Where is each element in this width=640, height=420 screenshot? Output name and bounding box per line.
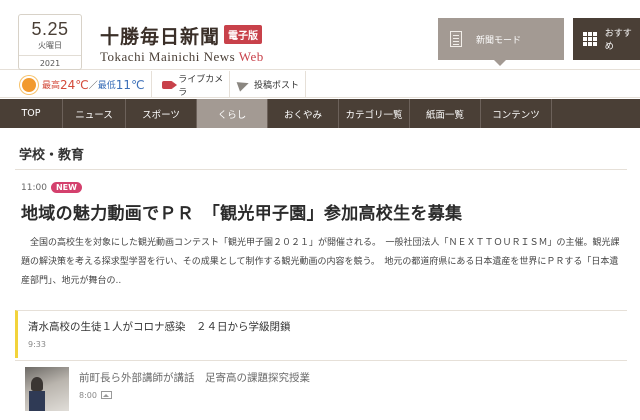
weather-info: 最高 24℃ ／ 最低 11℃: [22, 71, 152, 98]
video-camera-icon: [162, 80, 178, 89]
article-meta: 8:00: [79, 391, 310, 400]
sun-icon: [22, 77, 36, 92]
post-box-label: 投稿ポスト: [254, 81, 300, 91]
article-thumbnail[interactable]: [25, 367, 69, 411]
temp-separator: ／: [88, 81, 98, 91]
site-logo[interactable]: 十勝毎日新聞 電子版 Tokachi Mainichi News Web: [100, 22, 264, 65]
date-box: 5.25 火曜日 2021: [18, 14, 82, 70]
grid-icon: [583, 32, 597, 46]
logo-english: Tokachi Mainichi News Web: [100, 49, 264, 65]
new-badge: NEW: [50, 182, 82, 193]
newspaper-icon: [450, 31, 462, 47]
low-temp-value: 11℃: [115, 77, 145, 92]
site-header: 5.25 火曜日 2021 十勝毎日新聞 電子版 Tokachi Mainichi…: [0, 0, 640, 70]
newspaper-mode-label: 新聞モード: [476, 35, 522, 46]
weather-bar: 最高 24℃ ／ 最低 11℃ ライブカメラ 投稿ポスト: [0, 71, 640, 98]
article-time: 8:00: [79, 391, 97, 400]
logo-web: Web: [238, 49, 264, 64]
lead-meta: 11:00 NEW: [15, 182, 627, 193]
image-icon: [100, 391, 112, 399]
nav-kurashi[interactable]: くらし: [197, 99, 268, 128]
nav-news[interactable]: ニュース: [63, 99, 126, 128]
post-box-link[interactable]: 投稿ポスト: [236, 71, 306, 98]
live-camera-link[interactable]: ライブカメラ: [160, 71, 230, 98]
nav-contents[interactable]: コンテンツ: [481, 99, 552, 128]
date-month-day: 5.25: [31, 19, 69, 39]
digital-edition-badge: 電子版: [224, 25, 263, 44]
nav-sports[interactable]: スポーツ: [126, 99, 197, 128]
high-temp-value: 24℃: [60, 77, 89, 92]
lead-article-title[interactable]: 地域の魅力動画でＰＲ 「観光甲子園」参加高校生を募集: [15, 199, 627, 224]
article-title[interactable]: 清水高校の生徒１人がコロナ感染 ２４日から学級閉鎖: [28, 319, 617, 334]
logo-english-main: Tokachi Mainichi News: [100, 49, 239, 64]
nav-top[interactable]: TOP: [0, 99, 63, 128]
article-title[interactable]: 前町長ら外部講師が講話 足寄高の課題探究授業: [79, 370, 310, 385]
section-title: 学校・教育: [15, 138, 627, 170]
date-weekday: 火曜日: [38, 41, 62, 50]
article-time: 9:33: [28, 340, 46, 349]
nav-okuyami[interactable]: おくやみ: [268, 99, 339, 128]
paper-plane-icon: [236, 77, 251, 92]
low-temp-label: 最低: [97, 81, 116, 91]
live-camera-label: ライブカメラ: [178, 74, 224, 98]
main-nav: TOP ニュース スポーツ くらし おくやみ カテゴリ一覧 紙面一覧 コンテンツ: [0, 99, 640, 128]
list-item[interactable]: 前町長ら外部講師が講話 足寄高の課題探究授業 8:00: [15, 360, 627, 418]
nav-paper-list[interactable]: 紙面一覧: [410, 99, 481, 128]
recommend-label: おすすめ: [604, 29, 632, 52]
lead-time: 11:00: [21, 183, 47, 193]
newspaper-mode-button[interactable]: 新聞モード: [438, 18, 564, 60]
high-temp-label: 最高: [42, 81, 61, 91]
date-year: 2021: [19, 55, 81, 68]
nav-category-list[interactable]: カテゴリ一覧: [339, 99, 410, 128]
lead-article-body: 全国の高校生を対象にした観光動画コンテスト「観光甲子園２０２１」が開催される。 …: [21, 238, 620, 286]
recommend-button[interactable]: おすすめ: [573, 18, 640, 60]
mode-pointer-arrow: [494, 60, 506, 66]
main-content: 学校・教育 11:00 NEW 地域の魅力動画でＰＲ 「観光甲子園」参加高校生を募…: [15, 138, 627, 411]
list-item[interactable]: 清水高校の生徒１人がコロナ感染 ２４日から学級閉鎖 9:33: [15, 310, 627, 358]
logo-japanese: 十勝毎日新聞: [100, 26, 221, 48]
